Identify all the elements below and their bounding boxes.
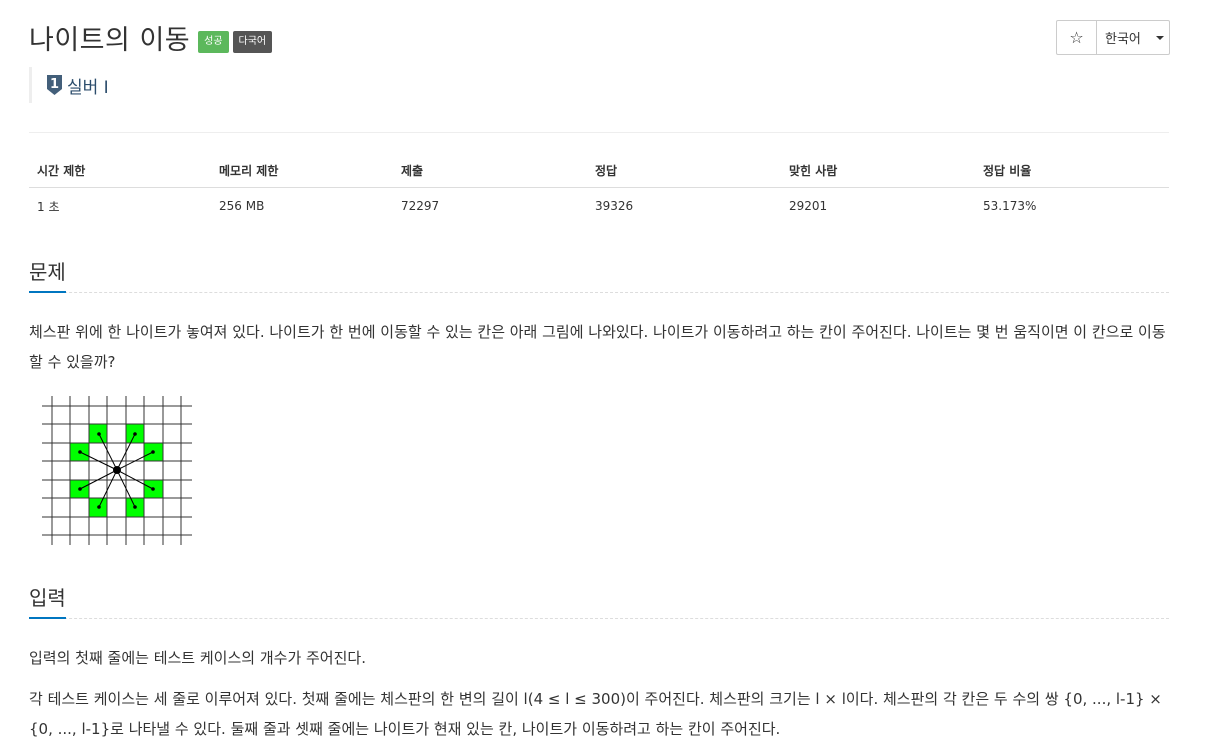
problem-tier: 1 실버 I	[29, 67, 109, 103]
problem-page: 나이트의 이동 성공 다국어 ☆ 한국어 1 실버 I 시간 제한 메모리 제한…	[0, 0, 1210, 749]
header-submissions: 제출	[393, 152, 587, 188]
knight-moves-diagram	[42, 396, 192, 545]
divider	[29, 132, 1169, 133]
silver-tier-1-icon: 1	[47, 75, 62, 95]
problem-description: 체스판 위에 한 나이트가 놓여져 있다. 나이트가 한 번에 이동할 수 있는…	[29, 323, 1166, 371]
input-section-title: 입력	[29, 582, 66, 619]
success-badge: 성공	[198, 30, 229, 53]
input-description-1: 입력의 첫째 줄에는 테스트 케이스의 개수가 주어진다.	[29, 649, 366, 667]
chevron-down-icon	[1155, 35, 1164, 40]
favorite-button[interactable]: ☆	[1057, 21, 1097, 54]
input-description-2: 각 테스트 케이스는 세 줄로 이루어져 있다. 첫째 줄에는 체스판의 한 변…	[29, 690, 1162, 738]
tier-icon-number: 1	[50, 77, 59, 92]
title-row: 나이트의 이동 성공 다국어	[29, 18, 273, 57]
problem-section-header: 문제	[29, 256, 1169, 293]
table-row: 1 초 256 MB 72297 39326 29201 53.173%	[29, 188, 1169, 225]
header-accepted: 정답	[587, 152, 781, 188]
problem-controls: ☆ 한국어	[1056, 20, 1170, 55]
header-solved-users: 맞힌 사람	[781, 152, 975, 188]
language-label: 한국어	[1105, 32, 1141, 47]
submissions-value[interactable]: 72297	[393, 188, 587, 225]
problem-section-title: 문제	[29, 256, 66, 293]
star-icon: ☆	[1069, 28, 1084, 47]
problem-title: 나이트의 이동	[29, 25, 191, 56]
header-time-limit: 시간 제한	[29, 152, 211, 188]
header-accept-ratio: 정답 비율	[975, 152, 1169, 188]
knight-position	[113, 466, 121, 474]
accepted-value: 39326	[595, 199, 634, 213]
input-section-header: 입력	[29, 582, 1169, 619]
solved-users-value[interactable]: 29201	[781, 188, 975, 225]
multilang-badge: 다국어	[232, 30, 273, 53]
memory-limit-value: 256 MB	[219, 199, 265, 213]
time-limit-value: 1 초	[37, 199, 60, 214]
header-memory-limit: 메모리 제한	[211, 152, 393, 188]
tier-link[interactable]: 실버 I	[67, 73, 109, 98]
accept-ratio-value: 53.173%	[983, 199, 1037, 213]
language-dropdown[interactable]: 한국어	[1097, 21, 1169, 54]
problem-info-table: 시간 제한 메모리 제한 제출 정답 맞힌 사람 정답 비율 1 초 256 M…	[29, 152, 1169, 224]
